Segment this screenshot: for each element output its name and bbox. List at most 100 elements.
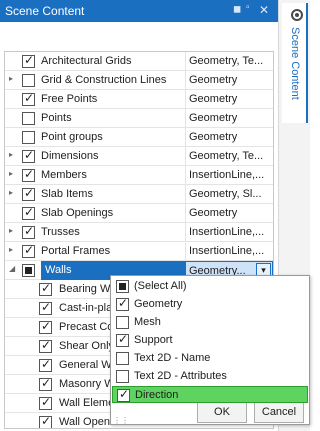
row-checkbox[interactable] <box>22 131 35 144</box>
tree-row[interactable]: ▸ Portal Frames InsertionLine,... <box>5 242 273 261</box>
expander-icon[interactable]: ▸ <box>9 74 17 83</box>
row-checkbox[interactable] <box>39 414 52 428</box>
row-label: Bearing W <box>59 283 111 295</box>
row-value: InsertionLine,... <box>189 226 265 238</box>
row-checkbox[interactable] <box>39 281 52 296</box>
row-label: Shear Only <box>59 340 115 352</box>
option-label: Text 2D - Attributes <box>134 370 227 382</box>
dropdown-option[interactable]: Direction <box>112 386 308 403</box>
tree-row[interactable]: ▸ Slab Items Geometry, Sl... <box>5 185 273 204</box>
option-checkbox[interactable] <box>116 332 129 347</box>
row-value-cell[interactable]: Geometry <box>185 90 273 109</box>
row-label: Precast Co <box>59 321 114 333</box>
row-label: Trusses <box>41 226 80 238</box>
row-checkbox[interactable] <box>22 167 35 182</box>
row-value-cell[interactable]: InsertionLine,... <box>185 166 273 185</box>
expander-icon[interactable]: ▸ <box>9 245 17 254</box>
row-value: Geometry <box>189 112 238 124</box>
row-value-cell[interactable]: Geometry, Sl... <box>185 185 273 204</box>
row-checkbox[interactable] <box>22 53 35 68</box>
row-value-cell[interactable]: Geometry, Te... <box>185 147 273 166</box>
row-value-cell[interactable]: Geometry <box>185 128 273 147</box>
row-value-cell[interactable]: Geometry <box>185 109 273 128</box>
row-checkbox[interactable] <box>39 300 52 315</box>
row-value: Geometry, Te... <box>189 150 264 162</box>
dropdown-option[interactable]: Text 2D - Attributes <box>112 368 308 385</box>
option-checkbox[interactable] <box>116 280 129 293</box>
option-label: Direction <box>135 389 179 401</box>
tree-row[interactable]: Point groups Geometry <box>5 128 273 147</box>
dropdown-option[interactable]: Text 2D - Name <box>112 350 308 367</box>
option-checkbox[interactable] <box>116 316 129 329</box>
panel-title: Scene Content <box>5 4 85 18</box>
expander-icon[interactable]: ▸ <box>9 169 17 178</box>
row-checkbox[interactable] <box>22 186 35 201</box>
pin-icon[interactable]: ◼ <box>233 4 241 15</box>
scene-content-icon <box>291 9 303 21</box>
option-checkbox[interactable] <box>116 352 129 365</box>
tree-row[interactable]: Free Points Geometry <box>5 90 273 109</box>
row-value: InsertionLine,... <box>189 245 265 257</box>
row-checkbox[interactable] <box>39 357 52 372</box>
row-checkbox[interactable] <box>39 395 52 410</box>
tree-row[interactable]: Points Geometry <box>5 109 273 128</box>
row-value: InsertionLine,... <box>189 169 265 181</box>
close-icon[interactable]: ✕ <box>259 3 269 17</box>
row-checkbox[interactable] <box>39 319 52 334</box>
dropdown-option[interactable]: Geometry <box>112 296 308 313</box>
dropdown-option[interactable]: Support <box>112 332 308 349</box>
row-value: Geometry <box>189 93 238 105</box>
row-checkbox[interactable] <box>22 243 35 258</box>
row-label: Grid & Construction Lines <box>41 74 167 86</box>
option-label: (Select All) <box>134 280 187 292</box>
row-value-cell[interactable]: Geometry, Te... <box>185 52 273 71</box>
expander-icon[interactable]: ▸ <box>9 226 17 235</box>
option-checkbox[interactable] <box>116 296 129 311</box>
filter-dropdown-popup: OK Cancel ⋮⋮ (Select All) Geometry Mesh Sup… <box>110 275 310 425</box>
ok-button[interactable]: OK <box>197 401 247 423</box>
tree-row[interactable]: Architectural Grids Geometry, Te... <box>5 52 273 71</box>
row-label: General W <box>59 359 112 371</box>
row-checkbox[interactable] <box>22 112 35 125</box>
cancel-button[interactable]: Cancel <box>254 401 304 423</box>
row-checkbox[interactable] <box>22 205 35 220</box>
row-label: Portal Frames <box>41 245 111 257</box>
tree-row[interactable]: ▸ Members InsertionLine,... <box>5 166 273 185</box>
tree-row[interactable]: ▸ Dimensions Geometry, Te... <box>5 147 273 166</box>
dropdown-option[interactable]: Mesh <box>112 314 308 331</box>
row-label: Point groups <box>41 131 103 143</box>
expander-icon[interactable]: ◢ <box>9 264 17 273</box>
dropdown-option[interactable]: (Select All) <box>112 278 308 295</box>
option-label: Support <box>134 334 173 346</box>
tab-scene-content[interactable]: Scene Content <box>282 3 308 123</box>
row-value-cell[interactable]: Geometry <box>185 204 273 223</box>
expander-icon[interactable]: ▸ <box>9 150 17 159</box>
row-label: Free Points <box>41 93 98 105</box>
option-checkbox[interactable] <box>117 387 130 402</box>
row-value-cell[interactable]: Geometry <box>185 71 273 90</box>
option-checkbox[interactable] <box>116 370 129 383</box>
option-label: Geometry <box>134 298 183 310</box>
row-checkbox[interactable] <box>39 376 52 391</box>
row-label: Points <box>41 112 72 124</box>
row-checkbox[interactable] <box>22 148 35 163</box>
row-label: Dimensions <box>41 150 99 162</box>
row-value-cell[interactable]: InsertionLine,... <box>185 223 273 242</box>
row-checkbox[interactable] <box>22 224 35 239</box>
row-value: Geometry <box>189 131 238 143</box>
row-checkbox[interactable] <box>22 74 35 87</box>
side-tab-label: Scene Content <box>289 27 301 100</box>
tree-row[interactable]: ▸ Trusses InsertionLine,... <box>5 223 273 242</box>
resize-grip-icon[interactable]: ⋮⋮ <box>113 417 129 425</box>
row-checkbox[interactable] <box>22 264 35 277</box>
row-label: Wall Eleme <box>59 397 115 409</box>
row-checkbox[interactable] <box>22 91 35 106</box>
tree-row[interactable]: Slab Openings Geometry <box>5 204 273 223</box>
expander-icon[interactable]: ▸ <box>9 188 17 197</box>
row-checkbox[interactable] <box>39 338 52 353</box>
row-value: Geometry <box>189 207 238 219</box>
row-value-cell[interactable]: InsertionLine,... <box>185 242 273 261</box>
minimize-icon[interactable]: ▫ <box>246 2 250 13</box>
tree-row[interactable]: ▸ Grid & Construction Lines Geometry <box>5 71 273 90</box>
row-value: Geometry, Sl... <box>189 188 262 200</box>
